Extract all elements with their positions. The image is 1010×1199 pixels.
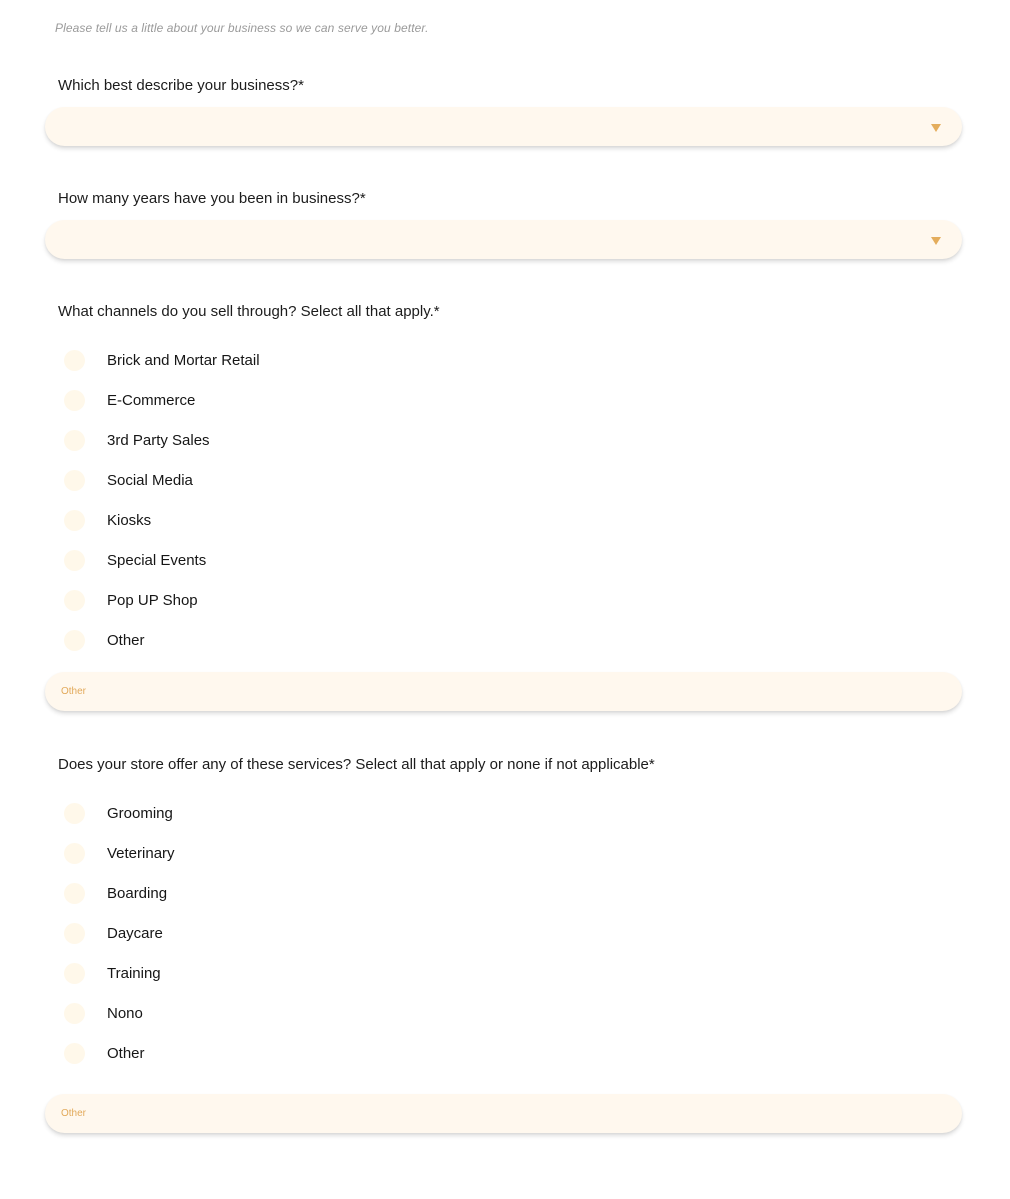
service-option-daycare[interactable]: Daycare xyxy=(64,922,163,944)
service-option-none[interactable]: Nono xyxy=(64,1002,143,1024)
option-label: E-Commerce xyxy=(107,391,196,409)
checkbox[interactable] xyxy=(64,802,85,824)
service-option-other[interactable]: Other xyxy=(64,1042,145,1064)
checkbox[interactable] xyxy=(64,589,85,611)
option-label: Kiosks xyxy=(107,511,152,529)
option-label: Boarding xyxy=(107,884,168,902)
checkbox[interactable] xyxy=(64,509,85,531)
option-label: 3rd Party Sales xyxy=(107,431,210,449)
option-label: Social Media xyxy=(107,471,193,489)
caret-down-icon xyxy=(931,237,941,245)
channel-option-social-media[interactable]: Social Media xyxy=(64,469,193,491)
channel-option-e-commerce[interactable]: E-Commerce xyxy=(64,389,195,411)
option-label: Pop UP Shop xyxy=(107,591,198,609)
years-in-business-label: How many years have you been in business… xyxy=(58,190,366,207)
option-label: Special Events xyxy=(107,551,207,569)
option-label: Veterinary xyxy=(107,844,175,862)
service-option-veterinary[interactable]: Veterinary xyxy=(64,842,175,864)
option-label: Other xyxy=(107,1044,145,1062)
checkbox[interactable] xyxy=(64,549,85,571)
option-label: Nono xyxy=(107,1004,143,1022)
business-type-select[interactable] xyxy=(45,107,962,146)
caret-down-icon xyxy=(931,124,941,132)
option-label: Training xyxy=(107,964,161,982)
option-label: Grooming xyxy=(107,804,173,822)
checkbox[interactable] xyxy=(64,629,85,651)
other-placeholder: Other xyxy=(61,686,87,697)
service-option-grooming[interactable]: Grooming xyxy=(64,802,173,824)
checkbox[interactable] xyxy=(64,882,85,904)
services-label: Does your store offer any of these servi… xyxy=(58,756,655,773)
option-label: Daycare xyxy=(107,924,163,942)
option-label: Brick and Mortar Retail xyxy=(107,351,260,369)
channel-option-3rd-party-sales[interactable]: 3rd Party Sales xyxy=(64,429,210,451)
checkbox[interactable] xyxy=(64,842,85,864)
channels-label: What channels do you sell through? Selec… xyxy=(58,303,440,320)
checkbox[interactable] xyxy=(64,1002,85,1024)
business-type-label: Which best describe your business?* xyxy=(58,77,304,94)
option-label: Other xyxy=(107,631,145,649)
checkbox[interactable] xyxy=(64,469,85,491)
checkbox[interactable] xyxy=(64,962,85,984)
checkbox[interactable] xyxy=(64,389,85,411)
checkbox[interactable] xyxy=(64,349,85,371)
channel-option-other[interactable]: Other xyxy=(64,629,145,651)
business-survey-form: Please tell us a little about your busin… xyxy=(0,0,1010,1199)
channels-other-input[interactable]: Other xyxy=(45,672,962,711)
channel-option-special-events[interactable]: Special Events xyxy=(64,549,206,571)
intro-text: Please tell us a little about your busin… xyxy=(55,21,429,35)
channel-option-brick-and-mortar[interactable]: Brick and Mortar Retail xyxy=(64,349,260,371)
channel-option-pop-up-shop[interactable]: Pop UP Shop xyxy=(64,589,198,611)
service-option-training[interactable]: Training xyxy=(64,962,161,984)
checkbox[interactable] xyxy=(64,429,85,451)
channel-option-kiosks[interactable]: Kiosks xyxy=(64,509,151,531)
checkbox[interactable] xyxy=(64,1042,85,1064)
checkbox[interactable] xyxy=(64,922,85,944)
service-option-boarding[interactable]: Boarding xyxy=(64,882,167,904)
services-other-input[interactable]: Other xyxy=(45,1094,962,1133)
years-in-business-select[interactable] xyxy=(45,220,962,259)
other-placeholder: Other xyxy=(61,1108,87,1119)
